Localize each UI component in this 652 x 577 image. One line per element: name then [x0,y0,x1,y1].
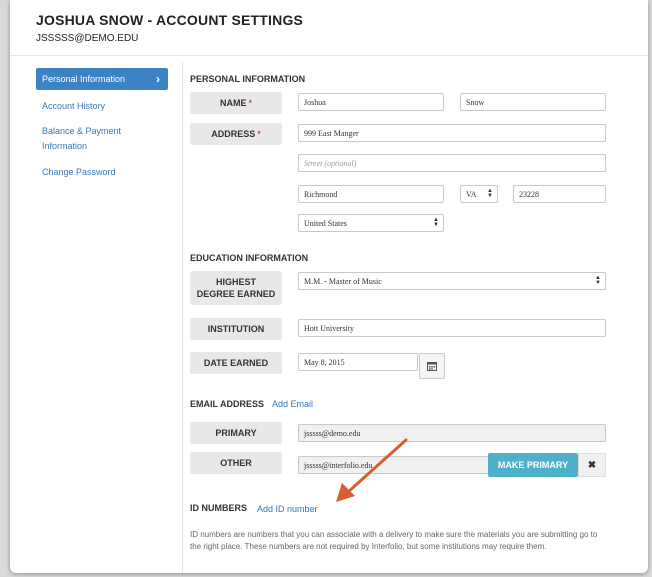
select-arrows-icon: ▲ ▼ [433,217,439,228]
calendar-icon [427,362,437,371]
address-label: ADDRESS * [190,123,282,145]
close-icon: ✖ [587,459,597,471]
sidebar: Personal Information › Account History B… [36,68,168,180]
last-name-input[interactable]: Snow [460,93,606,111]
education-section-title: EDUCATION INFORMATION [190,253,309,263]
degree-value: M.M. - Master of Music [304,276,382,286]
account-email: JSSSSS@DEMO.EDU [36,33,139,44]
id-numbers-description: ID numbers are numbers that you can asso… [190,530,598,551]
remove-email-button[interactable]: ✖ [578,453,606,477]
chevron-right-icon: › [156,72,160,86]
calendar-button[interactable] [419,353,445,379]
sidebar-item-personal-information[interactable]: Personal Information › [36,68,168,90]
institution-input[interactable]: Hott University [298,319,606,337]
country-value: United States [304,218,347,228]
date-earned-label: DATE EARNED [190,352,282,374]
sidebar-item-balance-payment[interactable]: Balance & Payment Information [36,124,136,154]
sidebar-item-change-password[interactable]: Change Password [36,165,168,180]
country-select[interactable]: United States ▲ ▼ [298,214,444,232]
id-numbers-section-title: ID NUMBERS [190,503,248,513]
primary-email-field: jsssss@demo.edu [298,424,606,442]
primary-email-label: PRIMARY [190,422,282,444]
settings-card: JOSHUA SNOW - ACCOUNT SETTINGS JSSSSS@DE… [10,0,648,573]
state-select[interactable]: VA ▲ ▼ [460,185,498,203]
address-label-text: ADDRESS [211,129,256,139]
name-label-text: NAME [219,98,247,108]
personal-section-title: PERSONAL INFORMATION [190,74,306,84]
other-email-field: jsssss@interfolio.edu [298,456,498,474]
institution-label: INSTITUTION [190,318,282,340]
required-marker: * [257,129,261,139]
select-arrows-icon: ▲ ▼ [595,275,601,286]
sidebar-item-label: Personal Information [42,74,126,84]
other-email-label: OTHER [190,452,282,474]
date-earned-input[interactable]: May 8, 2015 [298,353,418,371]
email-section-title: EMAIL ADDRESS [190,399,265,409]
make-primary-button[interactable]: MAKE PRIMARY [488,453,578,477]
city-input[interactable]: Richmond [298,185,444,203]
street2-input[interactable]: Street (optional) [298,154,606,172]
first-name-input[interactable]: Joshua [298,93,444,111]
street-input[interactable]: 999 East Manger [298,124,606,142]
sidebar-item-account-history[interactable]: Account History [36,99,168,114]
degree-label: HIGHEST DEGREE EARNED [190,271,282,305]
zip-input[interactable]: 23228 [513,185,606,203]
select-arrows-icon: ▲ ▼ [487,188,493,199]
add-id-number-link[interactable]: Add ID number [257,504,318,514]
add-email-link[interactable]: Add Email [272,399,313,409]
column-divider [182,62,183,573]
main-content: PERSONAL INFORMATION NAME * Joshua Snow A… [190,0,610,573]
name-label: NAME * [190,92,282,114]
degree-select[interactable]: M.M. - Master of Music ▲ ▼ [298,272,606,290]
required-marker: * [248,98,252,108]
state-value: VA [466,189,477,199]
